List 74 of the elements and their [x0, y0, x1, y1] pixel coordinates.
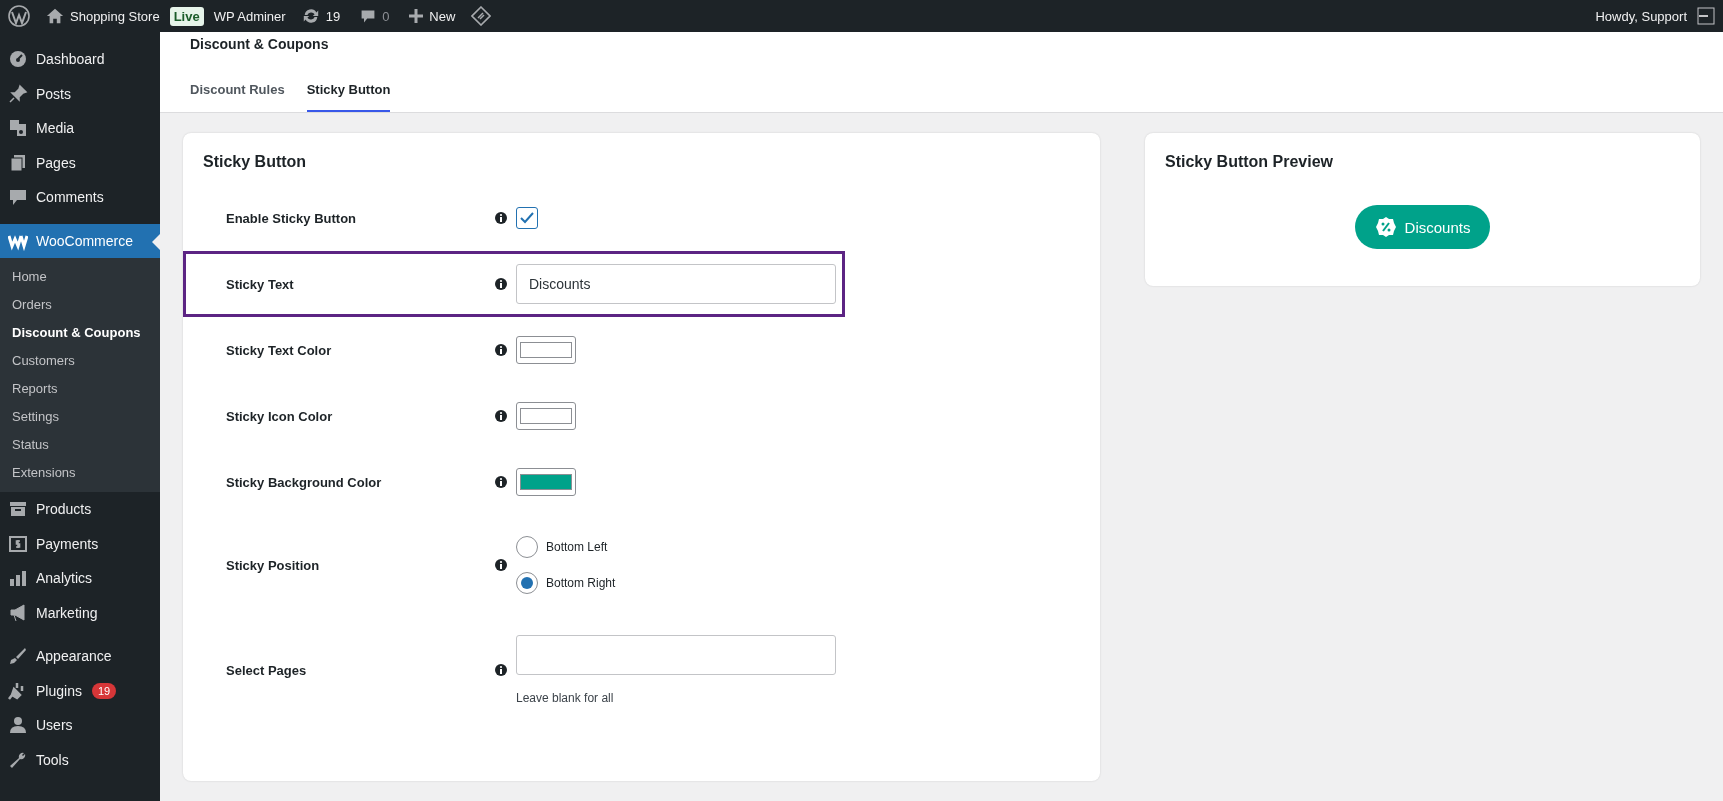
menu-item[interactable]: Posts — [0, 76, 160, 111]
checkbox[interactable] — [516, 207, 538, 229]
menu-item[interactable]: Tools — [0, 742, 160, 777]
environment-badge: Live — [169, 6, 204, 26]
field-label: Sticky Background Color — [226, 474, 383, 490]
color-swatch-button[interactable] — [516, 336, 576, 364]
updates-count[interactable]: 19 — [325, 8, 341, 24]
color-swatch-button[interactable] — [516, 468, 576, 496]
text-field[interactable]: Discounts — [516, 264, 836, 304]
radio-option[interactable]: Bottom Right — [516, 572, 842, 594]
media-icon — [8, 118, 28, 139]
discount-badge-icon — [1374, 216, 1397, 238]
brush-icon — [8, 646, 28, 667]
new-link[interactable]: New — [429, 8, 456, 24]
menu-item[interactable]: Dashboard — [0, 42, 160, 77]
submenu-item[interactable]: Settings — [0, 403, 160, 431]
refresh-icon — [301, 7, 320, 25]
card-title: Sticky Button Preview — [1165, 153, 1334, 170]
site-name-link[interactable]: Shopping Store — [70, 8, 160, 24]
gauge-icon — [8, 49, 28, 70]
field-label: Select Pages — [226, 662, 308, 678]
count-badge: 19 — [91, 682, 117, 699]
home-icon — [46, 7, 64, 25]
menu-item[interactable]: WooCommerce — [0, 223, 160, 258]
menu-item[interactable]: Media — [0, 111, 160, 146]
diamond-icon[interactable] — [471, 6, 492, 26]
field-label: Sticky Text Color — [226, 342, 333, 358]
tab[interactable]: Sticky Button — [306, 82, 391, 112]
info-icon[interactable] — [495, 278, 507, 290]
submenu-item[interactable]: Home — [0, 263, 160, 291]
menu-item[interactable]: Products — [0, 492, 160, 527]
radio-option[interactable]: Bottom Left — [516, 536, 842, 558]
comments-count[interactable]: 0 — [382, 8, 390, 24]
menu-item[interactable]: Analytics — [0, 561, 160, 596]
info-icon[interactable] — [495, 344, 507, 356]
field-hint: Leave blank for all — [516, 691, 615, 705]
menu-item[interactable]: Marketing — [0, 595, 160, 630]
field-label: Sticky Icon Color — [226, 408, 334, 424]
menu-item[interactable]: Payments — [0, 526, 160, 561]
field-label: Sticky Text — [226, 276, 295, 292]
info-icon[interactable] — [495, 476, 507, 488]
submenu-item[interactable]: Extensions — [0, 459, 160, 487]
info-icon[interactable] — [495, 410, 507, 422]
submenu-item[interactable]: Customers — [0, 347, 160, 375]
submenu-item[interactable]: Status — [0, 431, 160, 459]
wordpress-logo-icon[interactable] — [8, 5, 30, 27]
field-label: Enable Sticky Button — [226, 210, 358, 226]
checkmark-icon — [520, 212, 534, 224]
admin-switch-link[interactable]: WP Adminer — [213, 8, 286, 24]
pages-icon — [8, 152, 28, 173]
menu-item[interactable]: Appearance — [0, 639, 160, 674]
submenu-item[interactable]: Discount & Coupons — [0, 319, 160, 347]
menu-item[interactable]: Pages — [0, 145, 160, 180]
submenu-item[interactable]: Reports — [0, 375, 160, 403]
card-title: Sticky Button — [203, 153, 307, 171]
menu-item[interactable]: Plugins 19 — [0, 673, 160, 708]
submenu-item[interactable]: Orders — [0, 291, 160, 319]
bar-chart-icon — [8, 568, 28, 589]
page-title: Discount & Coupons — [190, 36, 330, 52]
user-icon — [8, 715, 28, 736]
menu-item[interactable]: Comments — [0, 180, 160, 215]
plus-icon — [409, 9, 424, 23]
greeting-link[interactable]: Howdy, Support — [1595, 8, 1687, 24]
megaphone-icon — [8, 602, 28, 623]
info-icon[interactable] — [495, 559, 507, 571]
color-swatch-button[interactable] — [516, 402, 576, 430]
speech-bubble-icon — [360, 8, 377, 24]
field-label: Sticky Position — [226, 557, 321, 573]
info-icon[interactable] — [495, 212, 507, 224]
tab[interactable]: Discount Rules — [190, 82, 285, 112]
menu-item[interactable]: Users — [0, 708, 160, 743]
avatar-icon[interactable] — [1697, 7, 1715, 25]
dollar-icon — [8, 533, 28, 554]
pushpin-icon — [8, 83, 28, 104]
